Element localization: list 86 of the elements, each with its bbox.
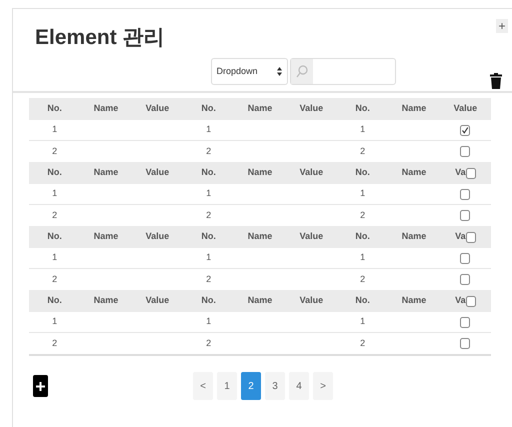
plus-icon [36,382,45,390]
column-header: Value [146,102,170,116]
table-cell-text: 1 [360,123,366,136]
column-header: No. [355,230,370,244]
table-cell-text: 1 [206,251,212,264]
column-header: Name [248,294,272,308]
table-cell-text: 1 [206,187,212,200]
column-header: Name [248,102,272,116]
search-icon [296,65,308,78]
column-header: Value [300,102,324,116]
column-header: Value [146,294,170,308]
previous-page-button[interactable]: < [193,372,213,400]
add-button[interactable] [33,375,48,397]
table-cell-text: 2 [52,272,58,286]
table-cell-text: 1 [52,315,58,328]
table-cell-text: 1 [206,123,212,136]
column-header: No. [201,166,216,180]
table-cell-text: 2 [52,336,58,350]
table-cell-text: 2 [206,144,212,158]
table-cell-text: 1 [360,187,366,200]
column-header: Value [454,102,478,116]
search-field[interactable] [290,58,396,85]
table-cell-text: 2 [52,144,58,158]
column-header: Name [94,230,118,244]
table-cell-text: 1 [52,123,58,136]
table-cell-text: 2 [206,272,212,286]
checkbox[interactable] [466,296,476,306]
column-header: Name [402,102,426,116]
checkbox[interactable] [460,210,470,221]
column-header: No. [47,102,62,116]
table-cell-text: 2 [360,272,366,286]
checkbox[interactable] [460,188,470,200]
column-header: Name [94,102,118,116]
updown-icon [276,67,282,76]
page-button[interactable]: 1 [217,372,237,400]
column-header: No. [47,294,62,308]
column-header: No. [355,294,370,308]
table-cell-text: 2 [360,208,366,222]
column-header: Name [94,294,118,308]
page-button[interactable]: 2 [241,372,261,400]
column-header: Va [455,166,466,180]
column-header: Name [402,230,426,244]
checkbox[interactable] [460,146,470,157]
table-cell-text: 1 [52,251,58,264]
page-button[interactable]: 3 [265,372,285,400]
table-cell-text: 2 [52,208,58,222]
checkbox[interactable] [460,338,470,349]
column-header: Value [300,230,324,244]
column-header: No. [355,166,370,180]
table-cell-text: 1 [360,315,366,328]
next-page-button[interactable]: > [313,372,333,400]
checkbox[interactable] [460,316,470,328]
table-cell-text: 2 [206,208,212,222]
checkbox[interactable] [466,168,476,178]
table-cell-text: 1 [52,187,58,200]
column-header: Value [300,294,324,308]
dropdown[interactable]: Dropdown [210,58,288,85]
column-header: Name [402,294,426,308]
column-header: No. [355,102,370,116]
column-header: No. [201,294,216,308]
column-header: No. [47,166,62,180]
table-cell-text: 2 [360,144,366,158]
checkbox[interactable] [460,252,470,264]
column-header: Value [146,230,170,244]
column-header: No. [201,230,216,244]
checkbox[interactable] [466,232,476,242]
column-header: No. [201,102,216,116]
page-title: Element 관리 [35,24,165,50]
column-header: Name [402,166,426,180]
table-cell-text: 2 [206,336,212,350]
column-header: Name [248,166,272,180]
add-corner-button[interactable]: + [496,19,508,33]
trash-icon[interactable] [490,73,502,89]
column-header: Name [248,230,272,244]
column-header: No. [47,230,62,244]
table-cell-text: 2 [360,336,366,350]
column-header: Va [455,294,466,308]
page-button[interactable]: 4 [289,372,309,400]
column-header: Value [146,166,170,180]
table-cell-text: 1 [206,315,212,328]
table-cell-text: 1 [360,251,366,264]
column-header: Value [300,166,324,180]
checkbox[interactable] [460,124,470,136]
checkbox[interactable] [460,274,470,285]
column-header: Name [94,166,118,180]
column-header: Va [455,230,466,244]
